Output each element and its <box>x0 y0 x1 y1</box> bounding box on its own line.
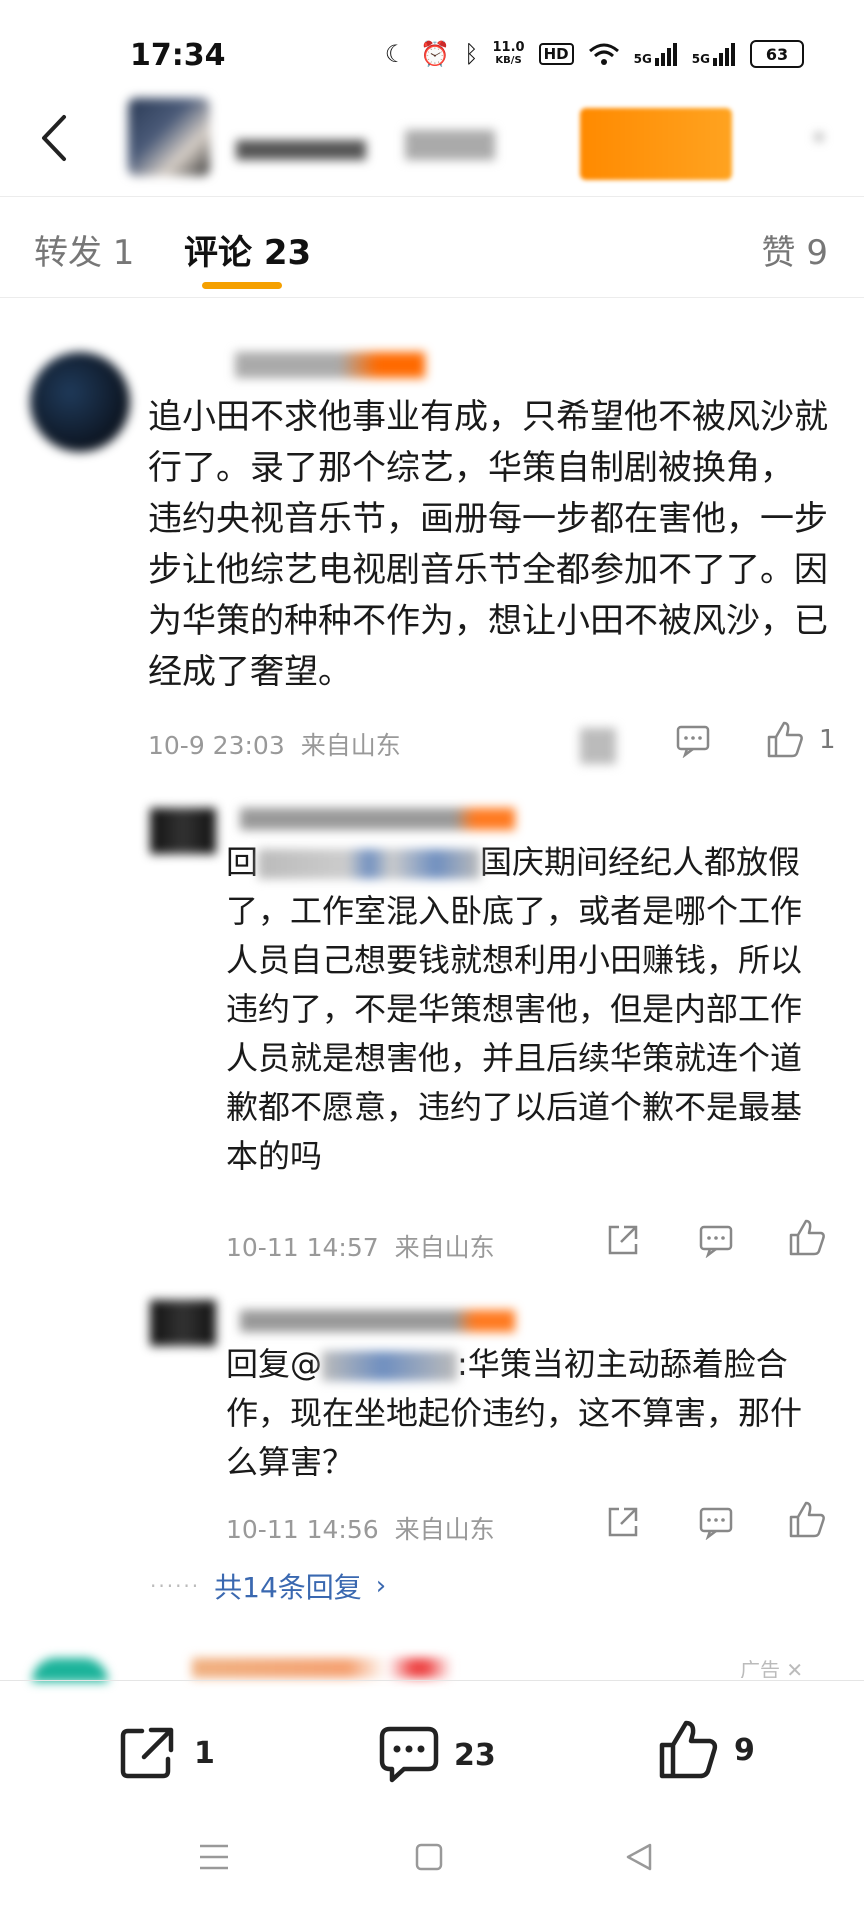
back-nav-button[interactable] <box>624 1842 654 1872</box>
comment-icon <box>699 1507 733 1540</box>
reply-avatar[interactable] <box>150 808 216 854</box>
bottom-comment-button[interactable]: 23 <box>378 1725 496 1785</box>
wifi-icon <box>588 42 620 66</box>
menu-nav-button[interactable] <box>198 1842 230 1872</box>
more-icon[interactable] <box>815 133 823 141</box>
reply-like-button[interactable] <box>787 1500 827 1540</box>
bluetooth-icon: ᛒ <box>464 40 479 68</box>
next-commenter-avatar[interactable] <box>32 1658 108 1682</box>
comment-icon <box>676 725 710 758</box>
reply-text: 回国庆期间经纪人都放假了，工作室混入卧底了，或者是哪个工作人员自己想要钱就想利用… <box>226 843 803 1175</box>
square-icon <box>415 1843 443 1871</box>
more-replies-label: 共14条回复 <box>214 1571 362 1604</box>
menu-icon <box>200 1844 228 1870</box>
bottom-repost-count: 1 <box>194 1735 215 1771</box>
author-meta <box>405 130 495 160</box>
reply-meta: 10-11 14:56 来自山东 <box>226 1510 495 1546</box>
share-icon <box>120 1727 174 1779</box>
signal-icon-1: 5G <box>634 42 678 66</box>
comment-reply-button[interactable] <box>675 722 711 758</box>
bottom-comment-count: 23 <box>454 1737 496 1773</box>
share-icon <box>608 1225 638 1255</box>
comment-share-icon[interactable] <box>580 728 616 764</box>
reply-meta: 10-11 14:57 来自山东 <box>226 1228 495 1264</box>
thumbs-up-icon <box>767 721 803 758</box>
thumbs-up-icon <box>789 1501 825 1538</box>
reply-prefix: 回复@ <box>226 1345 323 1383</box>
reply-location: 来自山东 <box>394 1515 495 1544</box>
ad-label: 广告 ✕ <box>740 1654 803 1678</box>
comment-meta: 10-9 23:03 来自山东 <box>148 726 401 762</box>
net-speed: 11.0 KB/S <box>492 40 525 66</box>
tab-active-indicator <box>202 282 282 289</box>
reply-like-button[interactable] <box>787 1218 827 1258</box>
comment-like-count: 1 <box>819 725 836 755</box>
tab-like[interactable]: 赞 9 <box>762 225 828 274</box>
reply-comment-button[interactable] <box>698 1504 734 1540</box>
battery-icon: 63 <box>750 40 804 68</box>
comment-location: 来自山东 <box>300 731 401 760</box>
reply-comment-button[interactable] <box>698 1222 734 1258</box>
alarm-icon: ⏰ <box>420 40 451 68</box>
more-replies-link[interactable]: ······ 共14条回复 › <box>150 1566 386 1606</box>
dotted-divider: ······ <box>150 1574 201 1598</box>
bottom-like-count: 9 <box>734 1732 755 1768</box>
comment-icon <box>379 1726 439 1783</box>
thumbs-up-icon <box>659 1720 718 1779</box>
reply-prefix: 回 <box>226 843 259 881</box>
bottom-like-button[interactable]: 9 <box>656 1718 755 1782</box>
comment-text: 追小田不求他事业有成，只希望他不被风沙就行了。录了那个综艺，华策自制剧被换角， … <box>148 397 828 692</box>
mention-blurred[interactable] <box>322 1351 458 1381</box>
mention-blurred[interactable] <box>258 849 481 879</box>
comment-like-button[interactable]: 1 <box>765 720 836 760</box>
tab-comment[interactable]: 评论 23 <box>184 225 311 274</box>
reply-text: 回复@:华策当初主动舔着脸合作，现在坐地起价违约，这不算害，那什么算害？ <box>226 1345 803 1481</box>
share-icon <box>608 1507 638 1537</box>
author-name[interactable] <box>236 140 366 160</box>
status-bar: 17:34 ☾ ⏰ ᛒ 11.0 KB/S HD 5G 5G 63 <box>0 0 864 110</box>
thumbs-up-icon <box>789 1219 825 1256</box>
bottom-repost-button[interactable]: 1 <box>118 1725 215 1781</box>
status-time: 17:34 <box>130 38 226 73</box>
reply-username[interactable] <box>240 1310 515 1332</box>
triangle-back-icon <box>626 1843 652 1871</box>
commenter-avatar[interactable] <box>30 352 130 452</box>
follow-button[interactable] <box>580 108 732 180</box>
tab-repost[interactable]: 转发 1 <box>34 225 134 274</box>
reply-location: 来自山东 <box>394 1233 495 1262</box>
chevron-left-icon <box>42 115 66 161</box>
signal-icon-2: 5G <box>692 42 736 66</box>
chevron-right-icon: › <box>375 1571 387 1601</box>
home-nav-button[interactable] <box>414 1842 444 1872</box>
next-commenter-name[interactable] <box>192 1658 452 1678</box>
commenter-name[interactable] <box>235 352 425 378</box>
comment-icon <box>699 1225 733 1258</box>
hd-icon: HD <box>538 43 574 65</box>
moon-icon: ☾ <box>384 40 407 68</box>
back-button[interactable] <box>28 108 78 168</box>
reply-share-button[interactable] <box>605 1504 641 1540</box>
reply-time: 10-11 14:57 <box>226 1233 379 1262</box>
reply-time: 10-11 14:56 <box>226 1515 379 1544</box>
comment-time: 10-9 23:03 <box>148 731 285 760</box>
author-avatar[interactable] <box>128 98 210 176</box>
reply-avatar[interactable] <box>150 1300 216 1346</box>
tab-bar: 转发 1 评论 23 赞 9 <box>0 196 864 298</box>
reply-share-button[interactable] <box>605 1222 641 1258</box>
close-icon: ✕ <box>786 1658 804 1678</box>
reply-username[interactable] <box>240 808 515 830</box>
status-icons: ☾ ⏰ ᛒ 11.0 KB/S HD 5G 5G 63 <box>385 40 804 68</box>
